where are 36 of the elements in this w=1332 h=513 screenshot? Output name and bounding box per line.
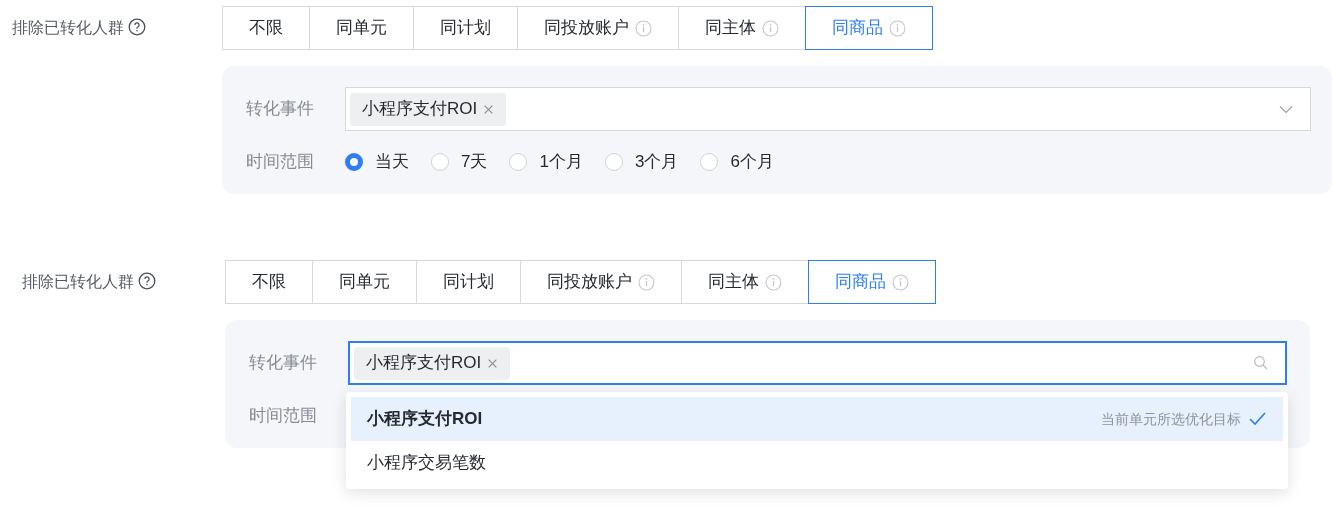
segment-tab[interactable]: 不限 xyxy=(225,260,313,304)
selected-tag: 小程序支付ROI xyxy=(354,346,511,380)
event-select[interactable]: 小程序支付ROI xyxy=(345,87,1311,131)
close-icon[interactable] xyxy=(483,103,495,115)
segment-tab[interactable]: 同商品 xyxy=(808,260,936,304)
segment-tab[interactable]: 同主体 xyxy=(678,6,806,50)
selected-tag: 小程序支付ROI xyxy=(350,92,507,126)
dropdown-option[interactable]: 小程序交易笔数 xyxy=(351,441,1283,485)
radio-button[interactable] xyxy=(345,153,363,171)
radio-option[interactable]: 当天 xyxy=(345,149,409,175)
dropdown-option[interactable]: 小程序支付ROI 当前单元所选优化目标 xyxy=(351,397,1283,441)
close-icon[interactable] xyxy=(487,357,499,369)
radio-option[interactable]: 7天 xyxy=(431,149,488,175)
event-select[interactable]: 小程序支付ROI xyxy=(348,341,1287,385)
field-label: 转化事件 xyxy=(249,352,318,375)
field-label: 转化事件 xyxy=(246,98,315,121)
help-icon[interactable] xyxy=(128,18,146,36)
segment-tab[interactable]: 同单元 xyxy=(309,6,414,50)
segment-tab[interactable]: 同计划 xyxy=(413,6,518,50)
segment-tab[interactable]: 同投放账户 xyxy=(517,6,679,50)
field-label: 排除已转化人群 xyxy=(12,18,124,38)
segment-tab[interactable]: 同主体 xyxy=(681,260,809,304)
radio-option[interactable]: 6个月 xyxy=(700,149,774,175)
field-label: 排除已转化人群 xyxy=(22,272,134,292)
field-label: 时间范围 xyxy=(246,151,315,174)
option-hint: 当前单元所选优化目标 xyxy=(1101,409,1241,429)
radio-option[interactable]: 1个月 xyxy=(509,149,583,175)
segment-tab[interactable]: 同单元 xyxy=(312,260,417,304)
segment-tab[interactable]: 同商品 xyxy=(805,6,933,50)
segment-tab[interactable]: 同投放账户 xyxy=(520,260,682,304)
field-label: 时间范围 xyxy=(249,405,318,428)
segment-tab[interactable]: 不限 xyxy=(222,6,310,50)
help-icon[interactable] xyxy=(138,272,156,290)
search-icon xyxy=(1253,355,1269,371)
radio-option[interactable]: 3个月 xyxy=(604,149,679,175)
segment-tab[interactable]: 同计划 xyxy=(416,260,521,304)
